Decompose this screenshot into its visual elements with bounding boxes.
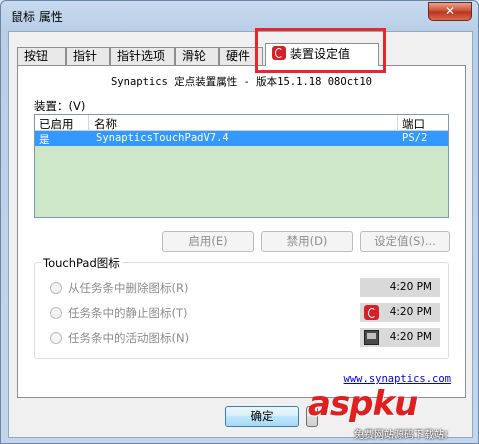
column-port[interactable]: 端口 (402, 116, 425, 132)
annotation-highlight (255, 28, 386, 73)
tray-preview-static: 4:20 PM (360, 303, 440, 322)
radio-label: 任务条中的活动图标(N) (68, 331, 190, 345)
synaptics-red-icon (364, 305, 379, 320)
tab-buttons[interactable]: 按钮 (17, 47, 66, 65)
tab-pointer-options[interactable]: 指针选项 (110, 47, 175, 65)
tray-preview-active: 4:20 PM (360, 328, 440, 347)
table-row[interactable]: 是 SynapticsTouchPadV7.4 PS/2 (35, 131, 448, 146)
radio-active-icon[interactable]: 任务条中的活动图标(N) (50, 330, 189, 346)
radio-label: 任务条中的静止图标(T) (68, 306, 188, 320)
radio-label: 从任务条中删除图标(R) (68, 281, 189, 295)
group-title: TouchPad图标 (41, 255, 122, 271)
watermark: aspku 免费网站源码下载站! (306, 384, 476, 442)
radio-static-icon[interactable]: 任务条中的静止图标(T) (50, 305, 188, 321)
column-enabled[interactable]: 已启用 (39, 116, 74, 132)
cell-port: PS/2 (402, 132, 428, 144)
radio-circle (50, 282, 62, 294)
touchpad-icon-group: TouchPad图标 从任务条中删除图标(R) 任务条中的静止图标(T) 任务条… (34, 255, 449, 359)
tray-preview-none: 4:20 PM (360, 278, 440, 297)
touchpad-icon (364, 330, 379, 345)
tray-time: 4:20 PM (389, 306, 432, 318)
radio-circle (50, 332, 62, 344)
enable-button[interactable]: 启用(E) (162, 231, 254, 252)
tab-wheel[interactable]: 滑轮 (175, 47, 219, 65)
tab-panel: Synaptics 定点装置属性 - 版本15.1.18 08Oct10 装置：… (17, 65, 466, 398)
tray-time: 4:20 PM (389, 331, 432, 343)
radio-circle (50, 307, 62, 319)
watermark-logo: aspku (308, 384, 418, 424)
settings-button[interactable]: 设定值(S)... (360, 231, 450, 252)
tab-pointers[interactable]: 指针 (66, 47, 110, 65)
device-label: 装置：(V) (34, 99, 86, 113)
title-bar[interactable]: 鼠标 属性 ✕ (1, 1, 478, 31)
window-title: 鼠标 属性 (11, 10, 63, 24)
watermark-sub: 免费网站源码下载站! (354, 430, 449, 441)
dialog-window: 鼠标 属性 ✕ 按钮 指针 指针选项 滑轮 硬件 装置设定值 Synaptics… (0, 0, 479, 444)
column-name[interactable]: 名称 (94, 116, 117, 132)
ok-button[interactable]: 确定 (225, 406, 299, 427)
close-button[interactable]: ✕ (428, 2, 472, 21)
disable-button[interactable]: 禁用(D) (261, 231, 353, 252)
device-list[interactable]: 已启用 名称 端口 是 SynapticsTouchPadV7.4 PS/2 (34, 114, 449, 218)
dialog-client: 按钮 指针 指针选项 滑轮 硬件 装置设定值 Synaptics 定点装置属性 … (8, 31, 473, 438)
cell-enabled: 是 (39, 134, 50, 146)
radio-remove-icon[interactable]: 从任务条中删除图标(R) (50, 280, 188, 296)
tray-time: 4:20 PM (389, 281, 432, 293)
cell-name: SynapticsTouchPadV7.4 (96, 132, 229, 144)
panel-heading: Synaptics 定点装置属性 - 版本15.1.18 08Oct10 (110, 76, 372, 88)
device-list-header: 已启用 名称 端口 (35, 115, 448, 131)
